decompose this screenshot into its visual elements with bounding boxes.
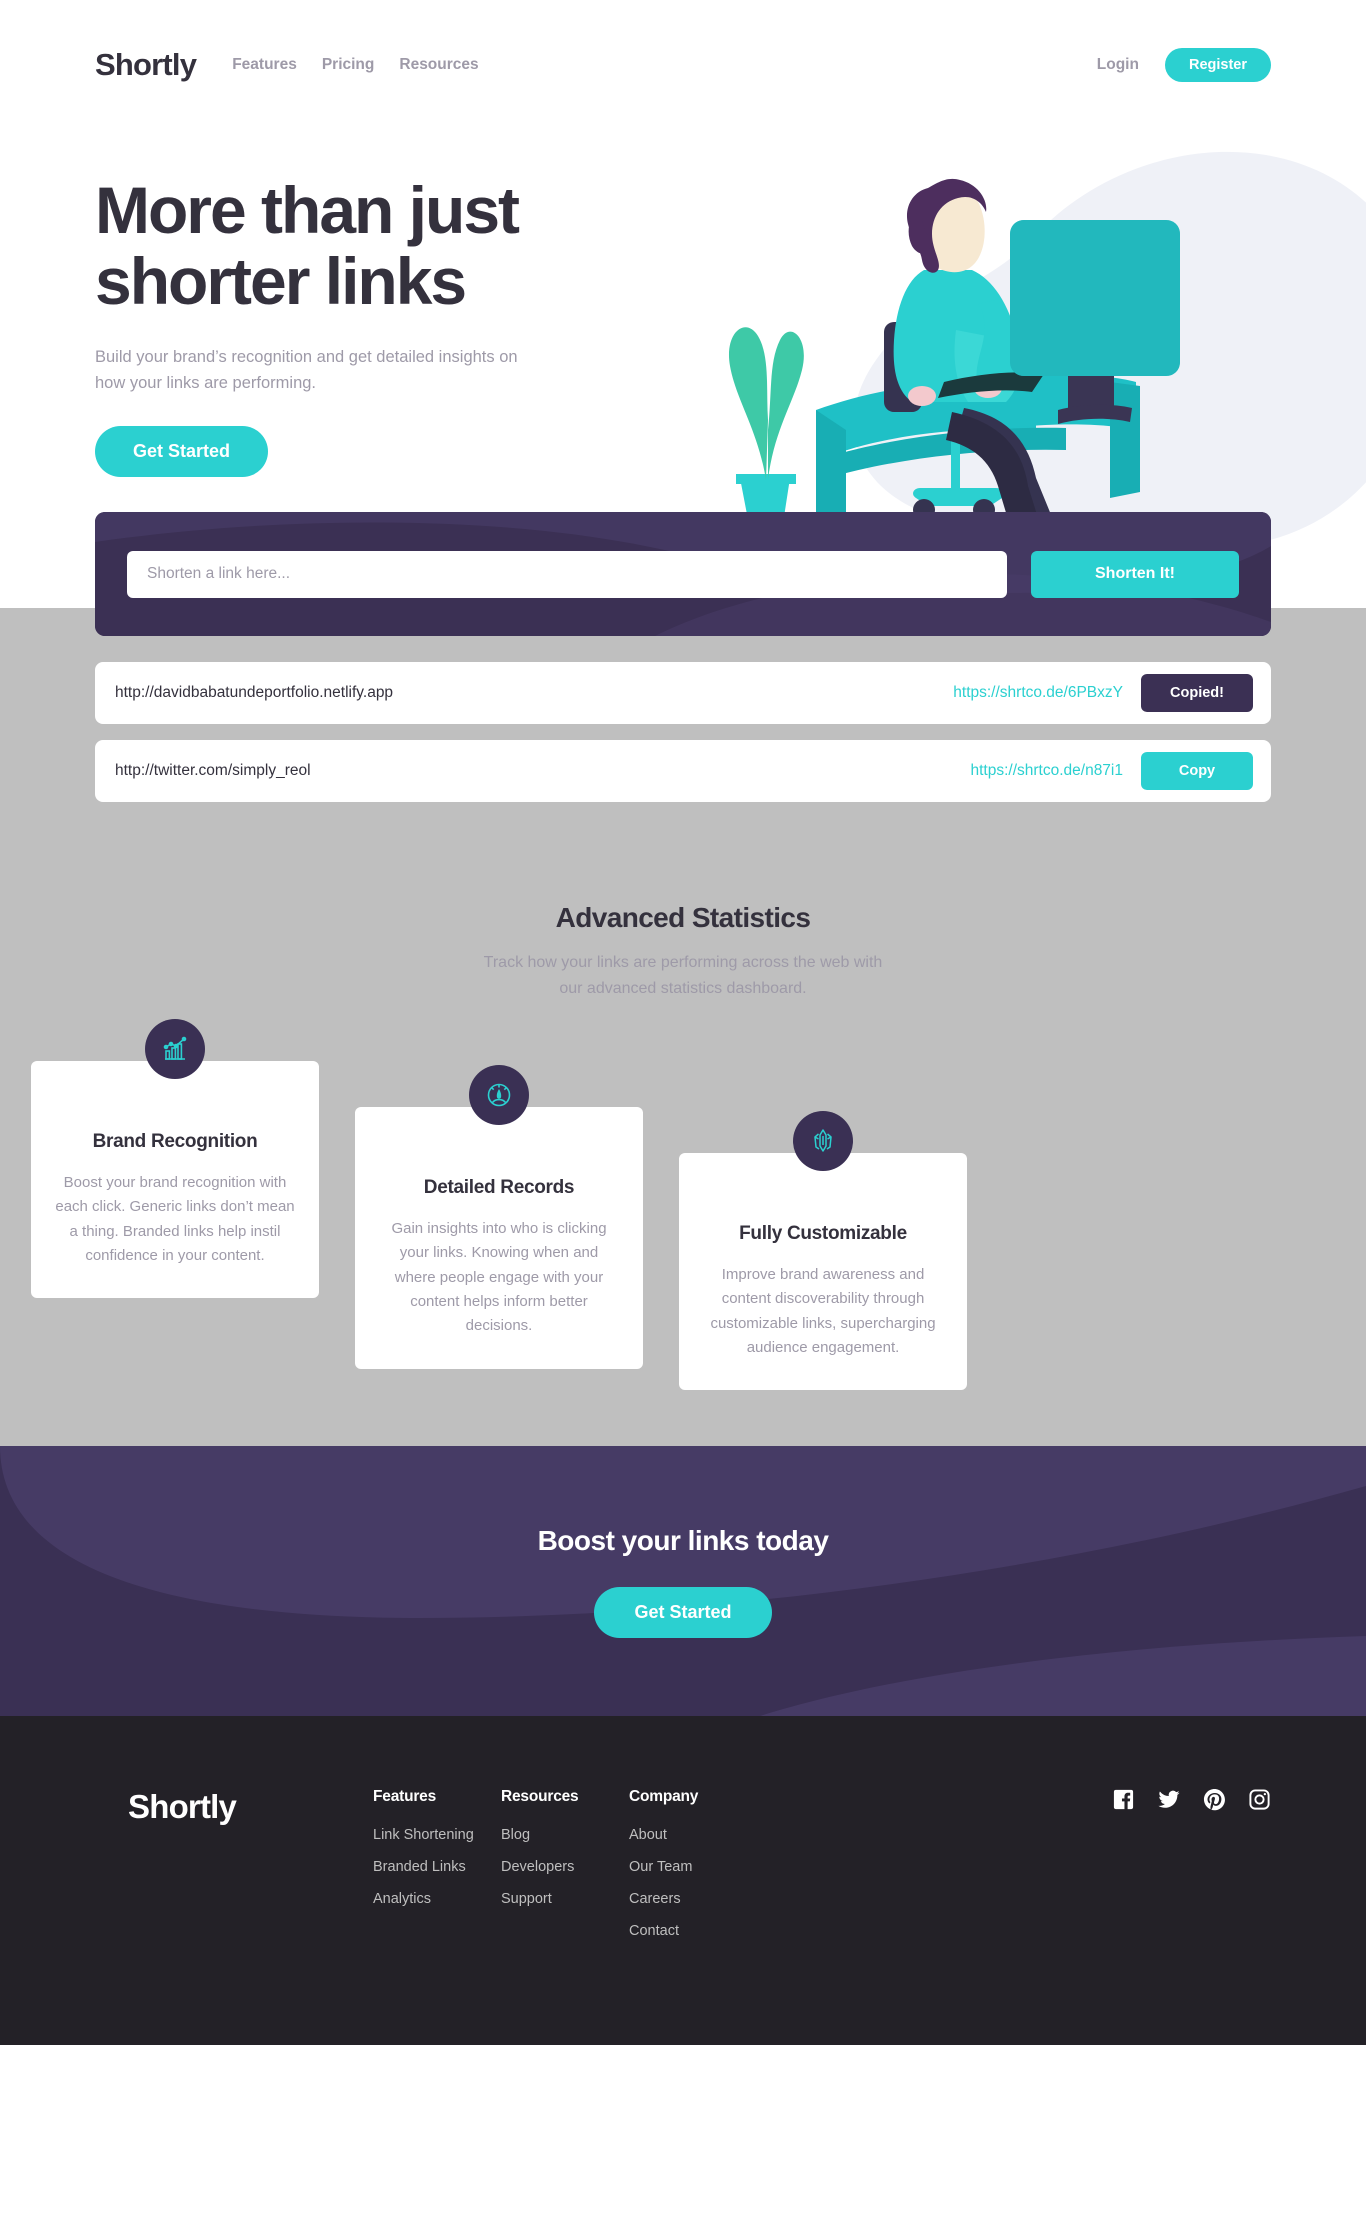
footer-link-careers[interactable]: Careers xyxy=(629,1891,779,1907)
card-description: Boost your brand recognition with each c… xyxy=(55,1174,295,1265)
site-footer: Shortly Features Link Shortening Branded… xyxy=(0,1716,1366,2046)
feature-card-brand-recognition: Brand Recognition Boost your brand recog… xyxy=(31,1019,319,1299)
social-links xyxy=(1112,1788,1271,1816)
main-content-section: Shorten It! http://davidbabatundeportfol… xyxy=(0,512,1366,1447)
person-at-desk-illustration xyxy=(706,130,1366,560)
speedometer-icon xyxy=(469,1065,529,1126)
footer-link-developers[interactable]: Developers xyxy=(501,1859,629,1875)
cta-title: Boost your links today xyxy=(537,1524,829,1556)
hero-get-started-button[interactable]: Get Started xyxy=(95,426,269,478)
cta-get-started-button[interactable]: Get Started xyxy=(594,1586,772,1638)
footer-link-blog[interactable]: Blog xyxy=(501,1827,629,1843)
url-shortener-form: Shorten It! xyxy=(95,512,1271,636)
instagram-icon[interactable] xyxy=(1248,1788,1271,1816)
footer-column-resources: Resources Blog Developers Support xyxy=(501,1788,629,1923)
boost-links-cta-section: Boost your links today Get Started xyxy=(0,1446,1366,1717)
card-description: Gain insights into who is clicking your … xyxy=(391,1220,607,1335)
card-description: Improve brand awareness and content disc… xyxy=(710,1266,936,1357)
facebook-icon[interactable] xyxy=(1112,1788,1135,1816)
login-link[interactable]: Login xyxy=(1097,56,1139,74)
original-url: http://twitter.com/simply_reol xyxy=(115,762,311,779)
footer-link-our-team[interactable]: Our Team xyxy=(629,1859,779,1875)
shorten-link-input[interactable] xyxy=(127,550,1007,598)
site-header: Shortly Features Pricing Resources Login… xyxy=(0,0,1366,130)
advanced-statistics-header: Advanced Statistics Track how your links… xyxy=(95,902,1271,1001)
page-title: More than just shorter links xyxy=(95,173,735,319)
shortened-url[interactable]: https://shrtco.de/6PBxzY xyxy=(953,684,1123,702)
footer-link-support[interactable]: Support xyxy=(501,1891,629,1907)
footer-content: Shortly Features Link Shortening Branded… xyxy=(95,1788,1271,1955)
original-url: http://davidbabatundeportfolio.netlify.a… xyxy=(115,684,394,701)
bar-chart-icon xyxy=(145,1019,205,1080)
footer-brand-logo[interactable]: Shortly xyxy=(128,1788,373,1826)
register-button[interactable]: Register xyxy=(1164,48,1271,82)
card-title: Brand Recognition xyxy=(92,1131,258,1153)
shortened-links-list: http://davidbabatundeportfolio.netlify.a… xyxy=(95,662,1271,802)
copy-button[interactable]: Copied! xyxy=(1141,674,1253,712)
nav-item-resources[interactable]: Resources xyxy=(399,56,478,74)
copy-button[interactable]: Copy xyxy=(1141,752,1253,790)
header-actions: Login Register xyxy=(1097,48,1271,82)
footer-column-title: Company xyxy=(629,1788,699,1806)
section-title: Advanced Statistics xyxy=(555,902,811,933)
card-title: Detailed Records xyxy=(423,1177,575,1199)
hero-title-line-2: shorter links xyxy=(95,244,467,319)
hero-title-line-1: More than just xyxy=(95,173,520,247)
pen-tools-icon xyxy=(793,1111,853,1172)
shortened-url[interactable]: https://shrtco.de/n87i1 xyxy=(970,762,1123,780)
footer-column-title: Features xyxy=(373,1788,437,1806)
section-subtitle: Track how your links are performing acro… xyxy=(483,954,883,997)
footer-link-contact[interactable]: Contact xyxy=(629,1923,779,1939)
hero-section: More than just shorter links Build your … xyxy=(0,130,1366,560)
feature-card-detailed-records: Detailed Records Gain insights into who … xyxy=(355,1065,643,1369)
shorten-it-button[interactable]: Shorten It! xyxy=(1031,550,1239,598)
hero-subtitle: Build your brand’s recognition and get d… xyxy=(95,347,518,392)
feature-cards: Brand Recognition Boost your brand recog… xyxy=(31,1019,1271,1406)
list-item: http://twitter.com/simply_reol https://s… xyxy=(95,740,1271,802)
footer-column-title: Resources xyxy=(501,1788,579,1806)
twitter-icon[interactable] xyxy=(1157,1788,1181,1816)
footer-column-features: Features Link Shortening Branded Links A… xyxy=(373,1788,501,1923)
brand-logo[interactable]: Shortly xyxy=(95,47,197,83)
content-container: Shorten It! http://davidbabatundeportfol… xyxy=(31,512,1271,1406)
card-title: Fully Customizable xyxy=(739,1223,907,1245)
footer-link-branded-links[interactable]: Branded Links xyxy=(373,1859,501,1875)
footer-link-about[interactable]: About xyxy=(629,1827,779,1843)
hero-text: More than just shorter links Build your … xyxy=(95,173,735,478)
nav-item-features[interactable]: Features xyxy=(232,56,297,74)
list-item: http://davidbabatundeportfolio.netlify.a… xyxy=(95,662,1271,724)
cta-bg-decoration xyxy=(0,1446,1366,1717)
footer-link-link-shortening[interactable]: Link Shortening xyxy=(373,1827,501,1843)
pinterest-icon[interactable] xyxy=(1203,1788,1226,1816)
feature-card-fully-customizable: Fully Customizable Improve brand awarene… xyxy=(679,1111,967,1391)
nav-item-pricing[interactable]: Pricing xyxy=(322,56,375,74)
main-nav: Features Pricing Resources xyxy=(232,56,478,74)
footer-link-analytics[interactable]: Analytics xyxy=(373,1891,501,1907)
footer-column-company: Company About Our Team Careers Contact xyxy=(629,1788,779,1955)
